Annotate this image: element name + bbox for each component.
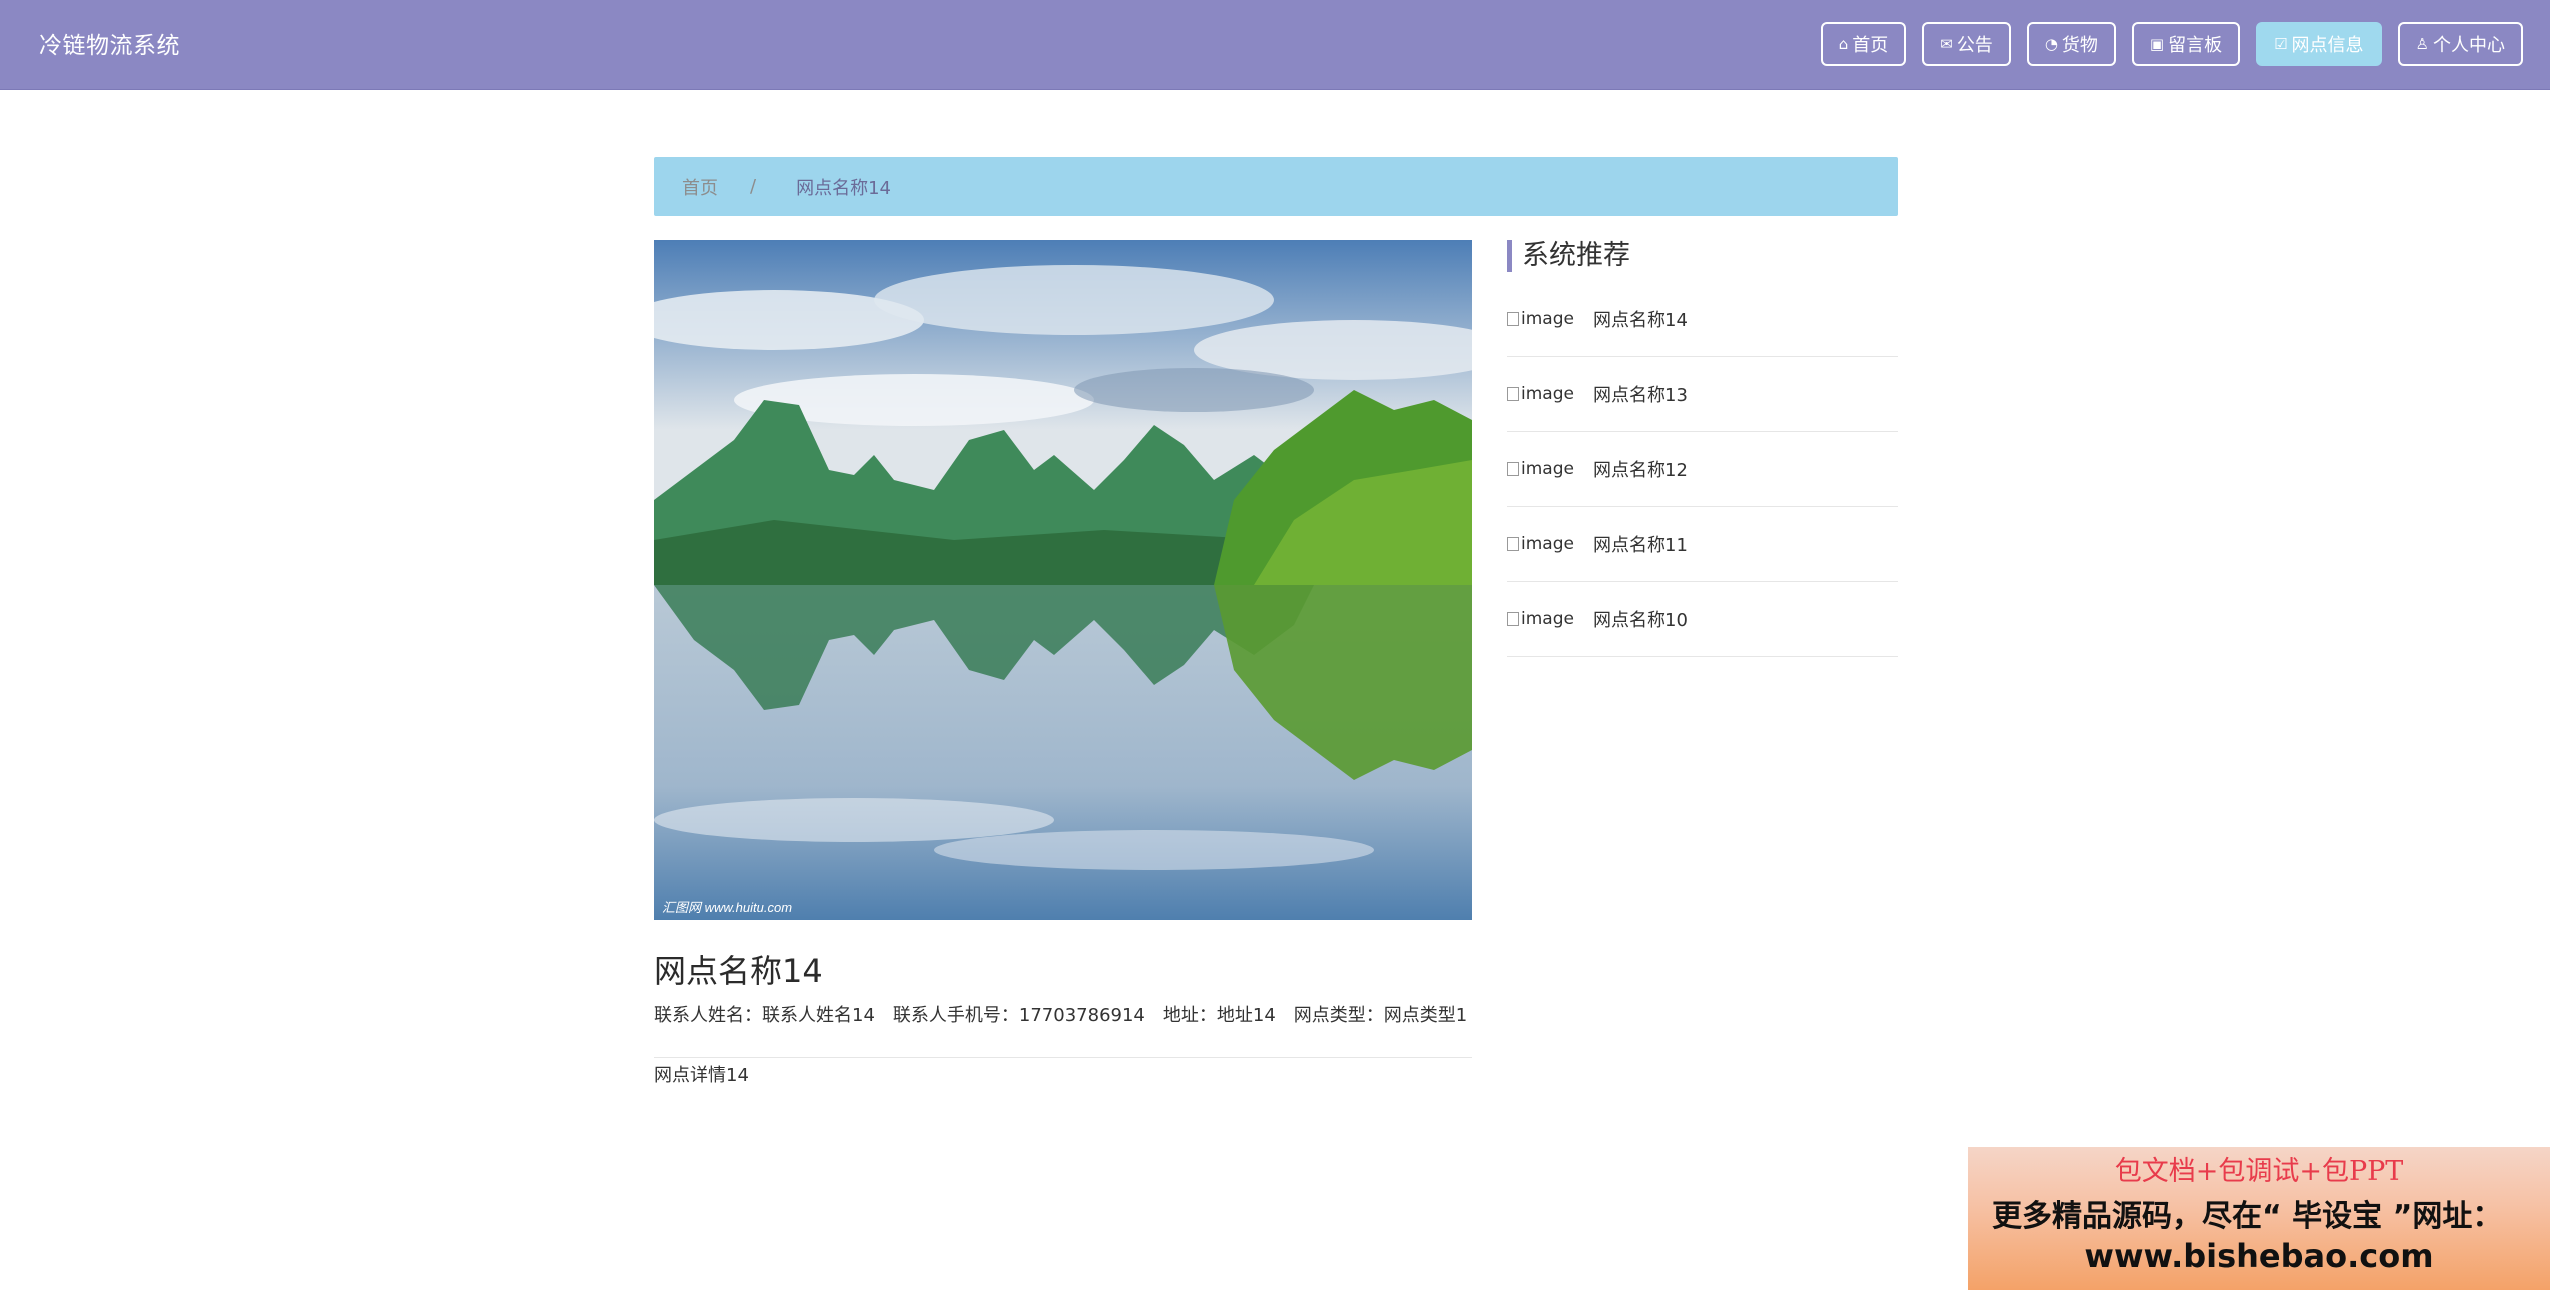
nav-goods-button[interactable]: ◔ 货物 xyxy=(2026,22,2116,66)
nav-home-button[interactable]: ⌂ 首页 xyxy=(1820,22,1907,66)
board-icon: ▣ xyxy=(2149,34,2165,53)
outlet-type-label: 网点类型： xyxy=(1293,1005,1384,1026)
broken-image-icon: image xyxy=(1507,609,1593,629)
recommend-item-name[interactable]: 网点名称13 xyxy=(1593,381,1688,407)
recommend-item[interactable]: image 网点名称12 xyxy=(1507,432,1898,507)
recommend-item-name[interactable]: 网点名称14 xyxy=(1593,306,1688,332)
recommend-item[interactable]: image 网点名称13 xyxy=(1507,357,1898,432)
outlet-title: 网点名称14 xyxy=(654,952,823,990)
top-header: 冷链物流系统 ⌂ 首页 ✉ 公告 ◔ 货物 ▣ 留言板 ☑ 网点信息 ♙ 个人中… xyxy=(0,0,2550,90)
recommend-item[interactable]: image 网点名称10 xyxy=(1507,582,1898,657)
recommend-list: image 网点名称14 image 网点名称13 image 网点名称12 i… xyxy=(1507,282,1898,657)
contact-name-value: 联系人姓名14 xyxy=(762,1005,875,1026)
main-nav: ⌂ 首页 ✉ 公告 ◔ 货物 ▣ 留言板 ☑ 网点信息 ♙ 个人中心 xyxy=(1820,22,2523,66)
nav-label: 公告 xyxy=(1956,35,1993,56)
nav-label: 个人中心 xyxy=(2433,35,2505,56)
broken-image-icon: image xyxy=(1507,459,1593,479)
contact-name-label: 联系人姓名： xyxy=(654,1005,762,1026)
nav-label: 首页 xyxy=(1852,35,1889,56)
breadcrumb: 首页 / 网点名称14 xyxy=(654,157,1898,216)
mail-icon: ✉ xyxy=(1940,34,1953,53)
recommend-item-name[interactable]: 网点名称10 xyxy=(1593,606,1688,632)
ad-banner[interactable]: 包文档+包调试+包PPT 更多精品源码，尽在“ 毕设宝 ”网址： www.bis… xyxy=(1968,1147,2550,1290)
ad-line-1: 包文档+包调试+包PPT xyxy=(2114,1156,2404,1187)
address-value: 地址14 xyxy=(1216,1005,1276,1026)
contact-phone-label: 联系人手机号： xyxy=(892,1005,1019,1026)
broken-image-icon: image xyxy=(1507,534,1593,554)
broken-image-icon: image xyxy=(1507,384,1593,404)
gauge-icon: ◔ xyxy=(2044,34,2058,53)
home-icon: ⌂ xyxy=(1838,34,1849,53)
image-watermark: 汇图网 www.huitu.com xyxy=(662,900,792,915)
user-icon: ♙ xyxy=(2415,34,2429,53)
ad-url[interactable]: www.bishebao.com xyxy=(1968,1237,2550,1275)
outlet-info-line: 联系人姓名：联系人姓名14 联系人手机号：17703786914 地址：地址14 网点… xyxy=(654,1001,1472,1027)
nav-label: 网点信息 xyxy=(2291,35,2364,56)
outlet-main-image: 汇图网 www.huitu.com xyxy=(654,240,1472,920)
nav-message-board-button[interactable]: ▣ 留言板 xyxy=(2131,22,2241,66)
outlet-icon: ☑ xyxy=(2274,34,2288,53)
outlet-type-value: 网点类型1 xyxy=(1383,1005,1468,1026)
contact-phone-value: 17703786914 xyxy=(1018,1005,1145,1026)
recommend-item-name[interactable]: 网点名称11 xyxy=(1593,531,1688,557)
nav-outlet-info-button[interactable]: ☑ 网点信息 xyxy=(2256,22,2382,66)
recommend-title: 系统推荐 xyxy=(1507,240,1630,272)
address-label: 地址： xyxy=(1162,1005,1217,1026)
ad-line-2: 更多精品源码，尽在“ 毕设宝 ”网址： xyxy=(1992,1199,2503,1234)
broken-image-icon: image xyxy=(1507,309,1593,329)
nav-label: 货物 xyxy=(2061,35,2098,56)
recommend-item-name[interactable]: 网点名称12 xyxy=(1593,456,1688,482)
outlet-description: 网点详情14 xyxy=(654,1065,749,1086)
nav-personal-center-button[interactable]: ♙ 个人中心 xyxy=(2397,22,2523,66)
breadcrumb-current: 网点名称14 xyxy=(796,177,891,199)
nav-notice-button[interactable]: ✉ 公告 xyxy=(1922,22,2011,66)
detail-divider xyxy=(654,1057,1472,1058)
recommend-item[interactable]: image 网点名称14 xyxy=(1507,282,1898,357)
breadcrumb-separator: / xyxy=(750,176,757,197)
nav-label: 留言板 xyxy=(2168,35,2223,56)
site-brand[interactable]: 冷链物流系统 xyxy=(39,26,180,60)
recommend-item[interactable]: image 网点名称11 xyxy=(1507,507,1898,582)
breadcrumb-home-link[interactable]: 首页 xyxy=(682,174,718,200)
